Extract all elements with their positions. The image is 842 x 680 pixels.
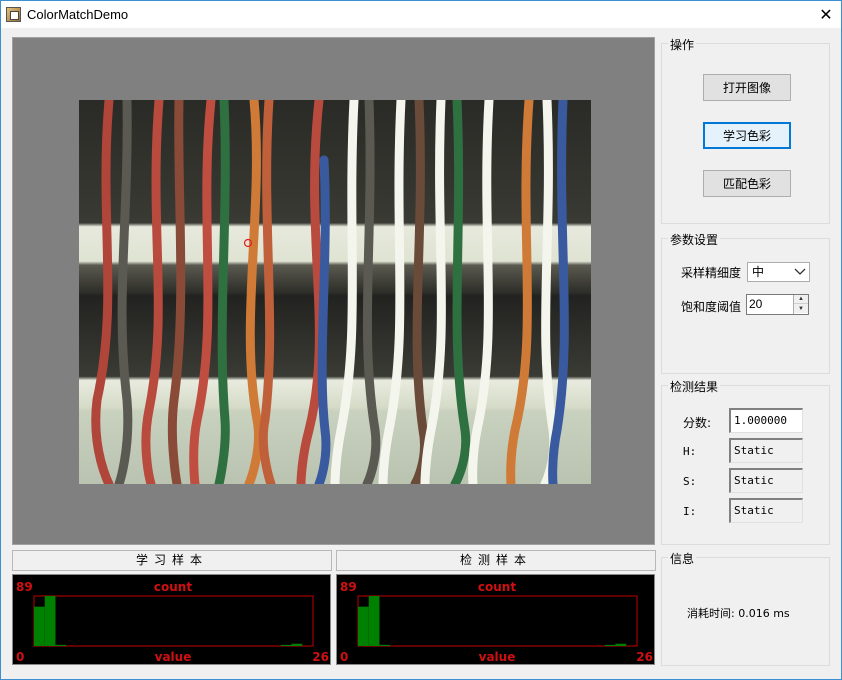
sampling-value: 中 [752,265,765,279]
hist-bar [55,644,67,646]
detect-histogram-plot: 89 0 26 count value [340,580,653,664]
app-icon [6,7,21,22]
image-display[interactable] [12,37,655,545]
wire-image [79,100,591,484]
hist-bar [615,643,627,646]
detect-histogram: 89 0 26 count value [336,574,655,665]
operations-group-label: 操作 [668,36,697,53]
score-value: 1.000000 [729,408,803,433]
open-image-button[interactable]: 打开图像 [703,74,791,101]
score-label: 分数: [683,416,712,430]
hist-value-label: value [155,650,192,664]
s-label: S: [683,475,697,488]
learn-color-button[interactable]: 学习色彩 [703,122,791,149]
hist-ymax-label: 89 [340,580,357,594]
hist-bar [280,644,292,646]
learn-sample-header: 学习样本 [12,550,332,571]
hist-frame [357,595,638,647]
hist-bar [379,644,391,646]
title-bar: ColorMatchDemo ✕ [0,0,842,28]
window-title: ColorMatchDemo [27,7,129,22]
hist-frame [33,595,314,647]
sampling-label: 采样精细度 [681,266,742,280]
hist-bar [368,596,380,646]
chevron-down-icon [794,268,806,275]
hist-ymax-label: 89 [16,580,33,594]
hist-count-label: count [478,580,516,594]
learn-histogram-plot: 89 0 26 count value [16,580,329,664]
hist-bar [34,606,45,646]
spin-up-icon[interactable]: ▲ [794,295,808,304]
hist-count-label: count [154,580,192,594]
h-value: Static [729,438,803,463]
sampling-select[interactable]: 中 [747,262,810,282]
hist-ymin-label: 0 [340,650,348,664]
hist-bar [358,606,369,646]
hist-bar [291,643,303,646]
saturation-label: 饱和度阈值 [681,300,742,314]
h-label: H: [683,445,697,458]
i-label: I: [683,505,697,518]
i-value: Static [729,498,803,523]
hist-bar [44,596,56,646]
detect-sample-header: 检测样本 [336,550,656,571]
hist-xmax-label: 26 [312,650,329,664]
hist-bar [604,644,616,646]
results-group-label: 检测结果 [668,378,721,395]
saturation-value: 20 [749,297,763,311]
close-icon[interactable]: ✕ [811,1,841,28]
saturation-spinner[interactable]: 20 ▲ ▼ [746,294,809,315]
params-group-label: 参数设置 [668,231,721,248]
hist-value-label: value [479,650,516,664]
learn-histogram: 89 0 26 count value [12,574,331,665]
hist-ymin-label: 0 [16,650,24,664]
hist-xmax-label: 26 [636,650,653,664]
s-value: Static [729,468,803,493]
info-group-label: 信息 [668,550,697,567]
spin-down-icon[interactable]: ▼ [794,304,808,313]
elapsed-time: 消耗时间: 0.016 ms [687,607,790,620]
match-color-button[interactable]: 匹配色彩 [703,170,791,197]
